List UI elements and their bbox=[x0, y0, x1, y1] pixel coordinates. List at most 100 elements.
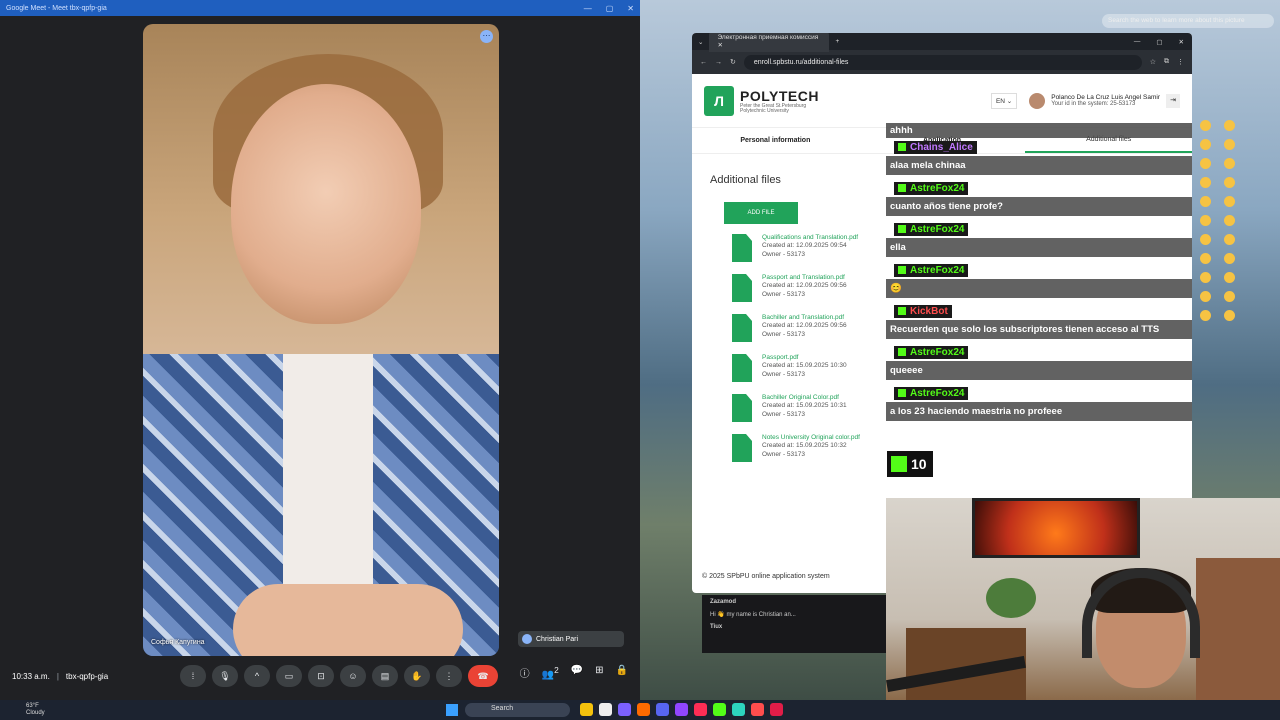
emoji-icon[interactable] bbox=[1224, 139, 1235, 150]
fireplace-tv bbox=[972, 498, 1140, 558]
document-icon bbox=[732, 434, 752, 462]
file-explorer-icon[interactable] bbox=[580, 703, 593, 716]
microphone-button[interactable]: 🎙 bbox=[212, 665, 238, 687]
emoji-icon[interactable] bbox=[1200, 234, 1211, 245]
tab-personal-information[interactable]: Personal information bbox=[692, 128, 859, 153]
self-view-label[interactable]: Christian Pari bbox=[518, 631, 624, 647]
file-name[interactable]: Bachiller Original Color.pdf bbox=[762, 394, 847, 401]
emoji-panel bbox=[1200, 120, 1240, 321]
meet-titlebar: Google Meet - Meet tbx-qpfp-gia — ▢ ✕ bbox=[0, 0, 640, 16]
file-created: Created at: 12.09.2025 09:56 bbox=[762, 322, 847, 329]
extensions-icon[interactable]: ⧉ bbox=[1164, 58, 1169, 66]
emoji-icon[interactable] bbox=[1200, 139, 1211, 150]
emoji-icon[interactable] bbox=[1224, 196, 1235, 207]
forward-icon[interactable]: → bbox=[715, 59, 722, 66]
app-icon[interactable] bbox=[713, 703, 726, 716]
present-screen-button[interactable]: ⊡ bbox=[308, 665, 334, 687]
emoji-icon[interactable] bbox=[1224, 310, 1235, 321]
chat-message-text: queeee bbox=[886, 361, 1192, 380]
emoji-icon[interactable] bbox=[1200, 177, 1211, 188]
emoji-icon[interactable] bbox=[1200, 196, 1211, 207]
chat-icon[interactable]: 💬 bbox=[571, 665, 583, 680]
url-input[interactable]: enroll.spbstu.ru/additional-files bbox=[743, 54, 1142, 70]
emoji-icon[interactable] bbox=[1200, 291, 1211, 302]
file-created: Created at: 12.09.2025 09:56 bbox=[762, 282, 847, 289]
emoji-icon[interactable] bbox=[1224, 234, 1235, 245]
emoji-icon[interactable] bbox=[1200, 158, 1211, 169]
emoji-icon[interactable] bbox=[1224, 253, 1235, 264]
more-options-icon[interactable]: ⋯ bbox=[480, 30, 493, 43]
activities-icon[interactable]: ⊞ bbox=[595, 665, 603, 680]
emoji-icon[interactable] bbox=[1200, 215, 1211, 226]
file-item[interactable]: Notes University Original color.pdf Creat… bbox=[732, 434, 1174, 462]
close-icon[interactable]: ✕ bbox=[1179, 38, 1184, 46]
audio-options-icon[interactable]: ⁞ bbox=[180, 665, 206, 687]
reload-icon[interactable]: ↻ bbox=[730, 58, 736, 66]
add-file-button[interactable]: ADD FILE bbox=[724, 202, 798, 224]
app-icon[interactable] bbox=[751, 703, 764, 716]
back-icon[interactable]: ← bbox=[700, 59, 707, 66]
file-name[interactable]: Passport and Translation.pdf bbox=[762, 274, 847, 281]
file-name[interactable]: Notes University Original color.pdf bbox=[762, 434, 860, 441]
kick-badge-icon bbox=[898, 225, 906, 233]
file-name[interactable]: Bachiller and Translation.pdf bbox=[762, 314, 847, 321]
captions-button[interactable]: ▤ bbox=[372, 665, 398, 687]
emoji-icon[interactable] bbox=[1224, 215, 1235, 226]
app-icon[interactable] bbox=[618, 703, 631, 716]
camera-button[interactable]: ▭ bbox=[276, 665, 302, 687]
raise-hand-button[interactable]: ✋ bbox=[404, 665, 430, 687]
polytech-logo-icon[interactable]: Л bbox=[704, 85, 734, 116]
maximize-icon[interactable]: ▢ bbox=[1156, 38, 1162, 46]
taskbar-search[interactable]: Search bbox=[465, 703, 570, 717]
close-icon[interactable]: ✕ bbox=[627, 4, 634, 13]
chat-message: AstreFox24 queeee bbox=[886, 343, 1192, 380]
app-icon[interactable] bbox=[732, 703, 745, 716]
emoji-icon[interactable] bbox=[1224, 272, 1235, 283]
emoji-icon[interactable] bbox=[1200, 272, 1211, 283]
emoji-icon[interactable] bbox=[1224, 120, 1235, 131]
tiktok-icon[interactable] bbox=[694, 703, 707, 716]
chat-message-text: ella bbox=[886, 238, 1192, 257]
bookmark-star-icon[interactable]: ☆ bbox=[1150, 58, 1156, 66]
kick-logo-icon bbox=[891, 456, 907, 472]
emoji-button[interactable]: ☺ bbox=[340, 665, 366, 687]
app-icon[interactable] bbox=[656, 703, 669, 716]
menu-icon[interactable]: ⋮ bbox=[1177, 58, 1184, 66]
chat-message: Chains_Alice alaa mela chinaa bbox=[886, 138, 1192, 175]
app-icon[interactable] bbox=[675, 703, 688, 716]
leave-call-button[interactable]: ☎ bbox=[468, 665, 498, 687]
more-options-button[interactable]: ⋮ bbox=[436, 665, 462, 687]
emoji-icon[interactable] bbox=[1224, 177, 1235, 188]
language-select[interactable]: EN ⌄ bbox=[990, 92, 1018, 109]
emoji-icon[interactable] bbox=[1224, 291, 1235, 302]
logout-icon[interactable]: ⇥ bbox=[1166, 93, 1180, 108]
browser-tab[interactable]: Электронная приемная комиссия ✕ bbox=[709, 33, 830, 52]
chevron-up-icon[interactable]: ^ bbox=[244, 665, 270, 687]
streamer-webcam bbox=[886, 498, 1280, 700]
lock-icon[interactable]: 🔒 bbox=[616, 665, 628, 680]
info-icon[interactable]: ⓘ bbox=[520, 665, 530, 680]
tab-list-icon[interactable]: ⌄ bbox=[698, 38, 703, 46]
wallpaper-hint[interactable]: Search the web to learn more about this … bbox=[1102, 14, 1274, 28]
file-created: Created at: 15.09.2025 10:32 bbox=[762, 442, 847, 449]
emoji-icon[interactable] bbox=[1224, 158, 1235, 169]
chrome-icon[interactable] bbox=[637, 703, 650, 716]
weather-widget[interactable]: 63°F Cloudy bbox=[26, 703, 45, 717]
emoji-icon[interactable] bbox=[1200, 253, 1211, 264]
windows-start-icon[interactable] bbox=[446, 704, 458, 716]
maximize-icon[interactable]: ▢ bbox=[606, 4, 614, 13]
store-icon[interactable] bbox=[599, 703, 612, 716]
emoji-icon[interactable] bbox=[1200, 120, 1211, 131]
chat-username-badge: KickBot bbox=[894, 304, 952, 318]
pdf-reader-icon[interactable] bbox=[770, 703, 783, 716]
new-tab-icon[interactable]: + bbox=[835, 38, 839, 45]
people-icon[interactable]: 👥2 bbox=[542, 665, 559, 680]
participant-hand bbox=[233, 584, 463, 656]
file-name[interactable]: Passport.pdf bbox=[762, 354, 847, 361]
user-profile[interactable]: Polanco De La Cruz Luis Angel Samir Your… bbox=[1029, 92, 1160, 109]
minimize-icon[interactable]: — bbox=[1134, 38, 1141, 46]
document-icon bbox=[732, 234, 752, 262]
minimize-icon[interactable]: — bbox=[584, 4, 592, 13]
emoji-icon[interactable] bbox=[1200, 310, 1211, 321]
file-name[interactable]: Qualifications and Translation.pdf bbox=[762, 234, 858, 241]
